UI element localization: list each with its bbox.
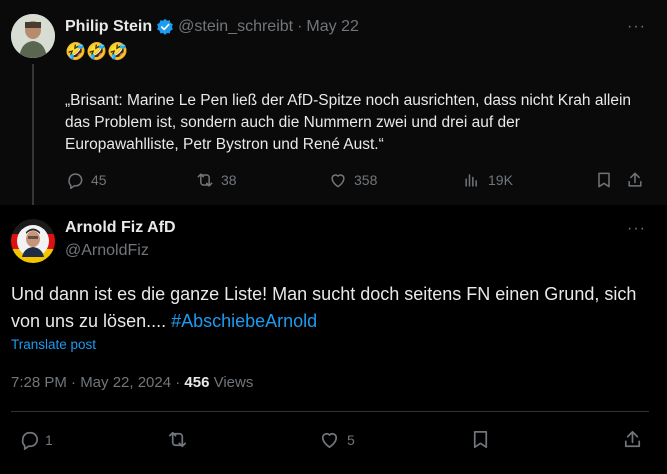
reply-icon (21, 431, 39, 450)
author-handle[interactable]: @stein_schreibt (178, 18, 293, 36)
like-count: 358 (354, 172, 378, 188)
like-button[interactable]: 358 (328, 170, 377, 190)
main-share-button[interactable] (621, 428, 644, 456)
views-button[interactable]: 19K (462, 170, 513, 190)
tweet-date[interactable]: May 22 (306, 18, 358, 36)
divider (11, 411, 649, 412)
main-reply-count: 1 (45, 431, 53, 448)
share-icon (624, 430, 641, 448)
more-menu-icon[interactable]: ··· (627, 220, 646, 238)
view-count: 19K (488, 172, 513, 188)
main-author-name[interactable]: Arnold Fiz AfD (65, 219, 176, 237)
tweet-timestamp: 7:28 PM · May 22, 2024 · 456 Views (11, 374, 253, 391)
views-label: Views (209, 374, 254, 391)
share-button[interactable] (625, 170, 645, 195)
main-bookmark-button[interactable] (469, 428, 492, 456)
quoted-text: „Brisant: Marine Le Pen ließ der AfD-Spi… (65, 92, 632, 153)
bookmark-button[interactable] (594, 170, 614, 195)
reply-button[interactable]: 45 (65, 170, 107, 190)
avatar-arnold-fiz[interactable] (11, 219, 55, 263)
emoji-line: 🤣🤣🤣 (65, 42, 129, 61)
main-reply-button[interactable]: 1 (18, 428, 53, 451)
verified-badge-icon (156, 18, 174, 36)
main-tweet-text: Und dann ist es die ganze Liste! Man suc… (11, 281, 651, 335)
reply-count: 45 (91, 172, 107, 188)
heart-icon (321, 432, 338, 449)
repost-button[interactable]: 38 (195, 170, 237, 190)
avatar-philip-stein[interactable] (11, 14, 55, 58)
heart-icon (331, 174, 345, 188)
repost-count: 38 (221, 172, 237, 188)
hashtag-link[interactable]: #AbschiebeArnold (171, 311, 317, 331)
reply-icon (68, 173, 83, 190)
views-count: 456 (184, 374, 210, 391)
timestamp-text[interactable]: 7:28 PM · May 22, 2024 · (11, 374, 184, 391)
bookmark-icon (473, 430, 488, 449)
repost-icon (168, 431, 187, 448)
share-icon (628, 172, 642, 187)
main-author-handle[interactable]: @ArnoldFiz (65, 242, 149, 260)
separator: · (297, 18, 303, 35)
translate-post-link[interactable]: Translate post (11, 337, 96, 352)
thread-line (32, 64, 34, 205)
analytics-icon (465, 174, 477, 187)
main-like-count: 5 (347, 431, 355, 448)
main-repost-button[interactable] (166, 428, 189, 456)
main-like-button[interactable]: 5 (318, 428, 355, 451)
author-name[interactable]: Philip Stein (65, 18, 152, 36)
repost-icon (197, 173, 213, 187)
bookmark-icon (598, 172, 610, 188)
more-menu-icon[interactable]: ··· (627, 18, 646, 36)
main-text-body: Und dann ist es die ganze Liste! Man suc… (11, 284, 637, 331)
